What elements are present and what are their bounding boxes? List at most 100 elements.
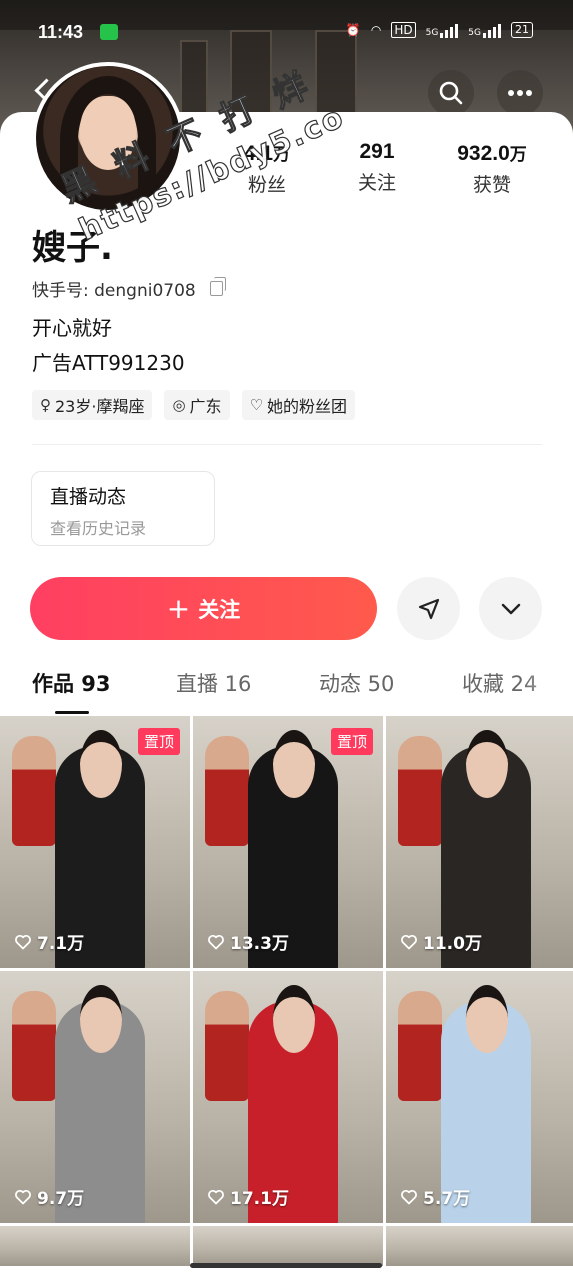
search-button[interactable] bbox=[428, 70, 474, 116]
follow-button[interactable]: + 关注 bbox=[30, 577, 377, 640]
video-thumbnail[interactable]: 置顶 7.1万 bbox=[0, 716, 190, 968]
tag-fan-group-label: 她的粉丝团 bbox=[267, 397, 348, 416]
battery-icon: 21 bbox=[511, 22, 533, 38]
video-likes: 9.7万 bbox=[14, 1184, 84, 1209]
likes-count: 932.0万 bbox=[457, 142, 527, 165]
video-background bbox=[193, 1226, 383, 1266]
video-thumbnail-partial[interactable] bbox=[386, 1226, 573, 1266]
live-history-subtitle: 查看历史记录 bbox=[50, 519, 147, 538]
send-icon bbox=[418, 598, 439, 619]
video-thumbnail[interactable]: 5.7万 bbox=[386, 971, 573, 1223]
message-notification-icon bbox=[100, 24, 118, 40]
heart-icon bbox=[401, 934, 417, 949]
video-likes: 7.1万 bbox=[14, 929, 84, 954]
pinned-badge: 置顶 bbox=[330, 728, 373, 755]
live-history-title: 直播动态 bbox=[50, 486, 127, 508]
video-thumbnail[interactable]: 17.1万 bbox=[193, 971, 383, 1223]
following-label: 关注 bbox=[357, 172, 396, 194]
video-thumbnail-partial[interactable] bbox=[0, 1226, 190, 1266]
video-background bbox=[386, 1226, 573, 1266]
likes-label: 获赞 bbox=[472, 174, 511, 196]
tab-fade bbox=[523, 660, 573, 704]
video-likes: 17.1万 bbox=[207, 1184, 289, 1209]
video-likes: 13.3万 bbox=[207, 929, 289, 954]
video-thumbnail[interactable]: 11.0万 bbox=[386, 716, 573, 968]
plus-icon: + bbox=[166, 591, 191, 625]
signal-icon: 5G bbox=[426, 22, 459, 38]
video-figure-head bbox=[273, 985, 315, 1053]
video-thumbnail[interactable]: 9.7万 bbox=[0, 971, 190, 1223]
video-thumbnail[interactable]: 置顶 13.3万 bbox=[193, 716, 383, 968]
decor-doll bbox=[12, 736, 56, 846]
video-figure-head bbox=[466, 985, 508, 1053]
video-grid: 置顶 7.1万 置顶 13.3万 11.0万 9.7万 17.1万 5.7万 bbox=[0, 716, 573, 1266]
video-likes-count: 9.7万 bbox=[37, 1189, 85, 1209]
tab-moments[interactable]: 动态 50 bbox=[319, 668, 394, 698]
heart-icon bbox=[401, 1189, 417, 1204]
gender-female-icon: ♀ bbox=[40, 396, 51, 414]
fan-group-icon: ♡ bbox=[249, 396, 264, 414]
content-tabs: 作品 93 直播 16 动态 50 收藏 24 bbox=[0, 668, 573, 712]
tab-live[interactable]: 直播 16 bbox=[176, 668, 251, 698]
pinned-badge: 置顶 bbox=[137, 728, 180, 755]
profile-tags: ♀ 23岁·摩羯座 ◎ 广东 ♡ 她的粉丝团 bbox=[32, 390, 356, 420]
video-thumbnail-partial[interactable] bbox=[193, 1226, 383, 1266]
divider bbox=[32, 444, 542, 445]
home-indicator[interactable] bbox=[190, 1263, 382, 1268]
search-icon bbox=[439, 81, 463, 105]
location-icon: ◎ bbox=[172, 396, 186, 414]
decor-doll bbox=[205, 736, 249, 846]
decor-doll bbox=[398, 991, 442, 1101]
status-bar: 11:43 ⏰ ◠ HD 5G 5G 21 bbox=[0, 0, 573, 64]
network-type-2: 5G bbox=[468, 28, 481, 38]
likes-stat[interactable]: 932.0万 获赞 bbox=[442, 140, 542, 197]
send-message-button[interactable] bbox=[397, 577, 460, 640]
video-likes-count: 13.3万 bbox=[230, 934, 289, 954]
tag-location-label: 广东 bbox=[189, 397, 222, 416]
signal-icon-2: 5G bbox=[468, 22, 501, 38]
video-figure-head bbox=[273, 730, 315, 798]
heart-icon bbox=[208, 1189, 224, 1204]
video-likes-count: 11.0万 bbox=[423, 934, 482, 954]
heart-icon bbox=[15, 934, 31, 949]
tag-age[interactable]: ♀ 23岁·摩羯座 bbox=[32, 390, 153, 420]
copy-icon[interactable] bbox=[209, 277, 226, 296]
hd-badge: HD bbox=[391, 22, 416, 38]
tag-location[interactable]: ◎ 广东 bbox=[164, 390, 230, 420]
network-type: 5G bbox=[425, 28, 439, 38]
video-likes: 5.7万 bbox=[400, 1184, 470, 1209]
tag-age-label: 23岁·摩羯座 bbox=[55, 397, 145, 416]
status-indicators: ⏰ ◠ HD 5G 5G 21 bbox=[346, 22, 533, 38]
video-figure-head bbox=[80, 985, 122, 1053]
video-likes: 11.0万 bbox=[400, 929, 482, 954]
following-stat[interactable]: 291 关注 bbox=[342, 140, 412, 195]
status-time: 11:43 bbox=[38, 22, 84, 42]
live-history-card[interactable]: 直播动态 查看历史记录 bbox=[31, 471, 215, 546]
heart-icon bbox=[208, 934, 224, 949]
tab-works[interactable]: 作品 93 bbox=[32, 668, 111, 698]
follow-label: 关注 bbox=[198, 597, 241, 622]
chevron-down-icon bbox=[501, 603, 520, 614]
wifi-icon: ◠ bbox=[370, 23, 382, 37]
more-button[interactable] bbox=[497, 70, 543, 116]
video-figure-head bbox=[80, 730, 122, 798]
bio-line-1: 开心就好 bbox=[32, 316, 112, 340]
kuaishou-id-text: 快手号: dengni0708 bbox=[32, 281, 196, 301]
bio-line-2: 广告ATT991230 bbox=[32, 351, 185, 375]
following-count: 291 bbox=[359, 140, 395, 163]
decor-doll bbox=[205, 991, 249, 1101]
heart-icon bbox=[15, 1189, 31, 1204]
video-likes-count: 5.7万 bbox=[423, 1189, 471, 1209]
expand-button[interactable] bbox=[479, 577, 542, 640]
alarm-icon: ⏰ bbox=[345, 23, 361, 37]
video-likes-count: 17.1万 bbox=[230, 1189, 289, 1209]
video-background bbox=[0, 1226, 190, 1266]
more-dots-icon bbox=[508, 90, 532, 96]
video-likes-count: 7.1万 bbox=[37, 934, 85, 954]
tab-active-indicator bbox=[55, 711, 89, 714]
decor-doll bbox=[398, 736, 442, 846]
kuaishou-id[interactable]: 快手号: dengni0708 bbox=[32, 276, 226, 301]
decor-doll bbox=[12, 991, 56, 1101]
tag-fan-group[interactable]: ♡ 她的粉丝团 bbox=[241, 390, 356, 420]
video-figure-head bbox=[466, 730, 508, 798]
